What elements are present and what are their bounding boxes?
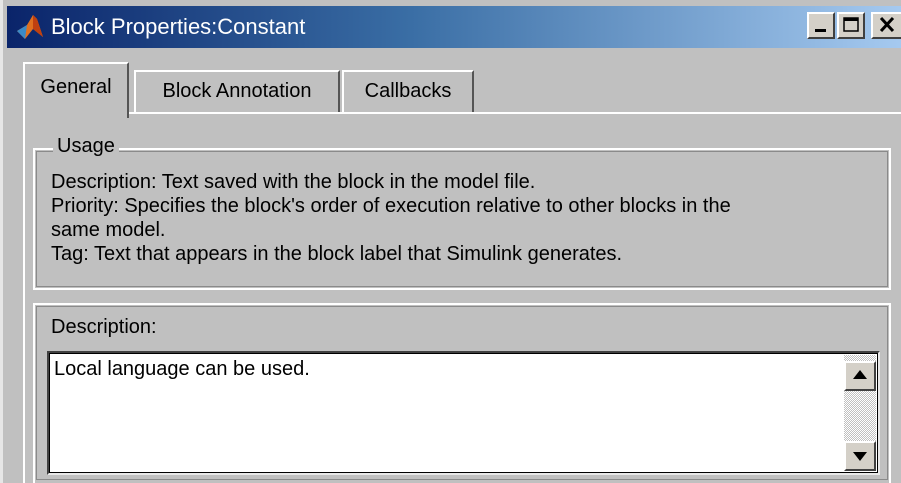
usage-line: Tag: Text that appears in the block labe… — [51, 243, 623, 265]
matlab-icon — [17, 15, 43, 39]
scroll-down-button[interactable] — [844, 441, 876, 471]
usage-line: same model. — [51, 219, 166, 241]
maximize-button[interactable] — [837, 12, 865, 39]
description-label: Description: — [51, 316, 157, 338]
arrow-up-icon — [853, 370, 867, 379]
close-button[interactable] — [871, 12, 901, 39]
title-bar[interactable]: Block Properties:Constant — [7, 6, 901, 48]
minimize-button[interactable] — [807, 12, 835, 39]
usage-line: Description: Text saved with the block i… — [51, 171, 536, 193]
tab-general[interactable]: General — [23, 62, 129, 118]
block-properties-window: Block Properties:Constant General Block … — [0, 0, 901, 483]
window-title: Block Properties:Constant — [51, 14, 306, 39]
usage-text: Description: Text saved with the block i… — [51, 170, 881, 266]
arrow-down-icon — [853, 452, 867, 461]
usage-line: Priority: Specifies the block's order of… — [51, 195, 731, 217]
vertical-scrollbar[interactable] — [844, 355, 876, 471]
usage-legend: Usage — [53, 133, 119, 159]
tab-label: Callbacks — [364, 80, 452, 102]
tab-label: Block Annotation — [162, 80, 312, 102]
description-value: Local language can be used. — [54, 358, 310, 380]
scroll-up-button[interactable] — [844, 361, 876, 391]
tab-label: General — [40, 76, 112, 98]
tab-block-annotation[interactable]: Block Annotation — [134, 70, 340, 112]
minimize-icon — [815, 29, 826, 32]
maximize-icon — [843, 17, 859, 32]
tab-callbacks[interactable]: Callbacks — [342, 70, 474, 112]
close-icon — [879, 16, 895, 33]
description-textarea[interactable]: Local language can be used. — [47, 351, 880, 475]
